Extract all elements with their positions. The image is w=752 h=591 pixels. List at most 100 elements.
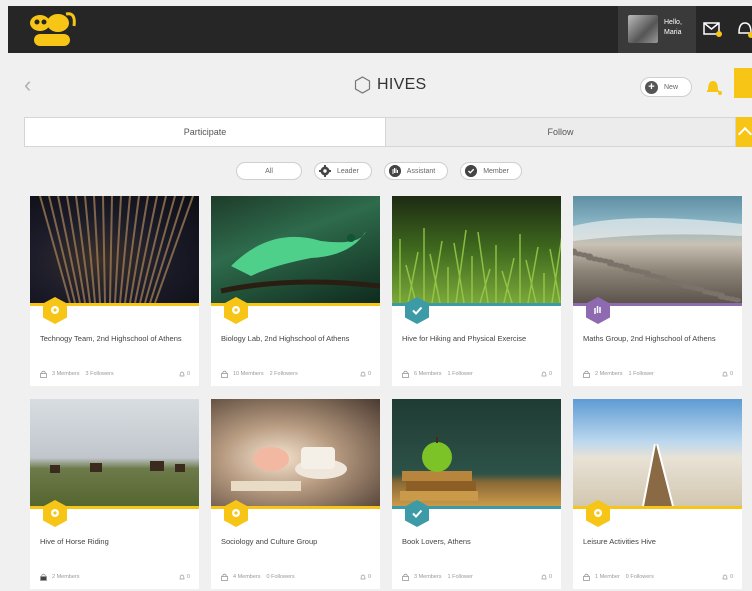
- notification-count: 0: [548, 371, 552, 377]
- filter-all[interactable]: All: [236, 162, 302, 180]
- member-badge-icon: [405, 297, 429, 324]
- notification-count: 0: [186, 574, 190, 580]
- member-count: 4 Members: [233, 574, 261, 580]
- hive-title[interactable]: Maths Group, 2nd Highschool of Athens: [583, 334, 738, 343]
- page-title-group: HIVES: [354, 76, 427, 94]
- lock-icon: [402, 573, 409, 581]
- bell-outline-icon: [179, 574, 185, 579]
- hive-title[interactable]: Hive for Hiking and Physical Exercise: [402, 334, 557, 343]
- hive-stats: 2 Members 0: [40, 573, 190, 581]
- hive-notifications[interactable]: 0: [360, 371, 371, 378]
- lock-icon: [221, 370, 228, 378]
- lock-icon: [40, 573, 47, 581]
- hive-card[interactable]: Hive of Horse Riding 2 Members 0: [30, 399, 199, 589]
- hive-title[interactable]: Technogy Team, 2nd Highschool of Athens: [40, 334, 195, 343]
- check-icon: [465, 165, 478, 177]
- hive-title[interactable]: Leisure Activities Hive: [583, 537, 738, 546]
- hive-cover-image[interactable]: [211, 196, 380, 303]
- collapse-arrow-icon[interactable]: [736, 117, 752, 147]
- member-count: 3 Members: [414, 574, 442, 580]
- search-toggle-button[interactable]: [734, 68, 752, 98]
- new-hive-button[interactable]: + New: [640, 77, 692, 97]
- hive-card[interactable]: Sociology and Culture Group 4 Members 0 …: [211, 399, 380, 589]
- hive-title[interactable]: Biology Lab, 2nd Highschool of Athens: [221, 334, 376, 343]
- hive-stats: 2 Members 1 Follower 0: [583, 370, 733, 378]
- notification-count: 0: [548, 574, 552, 580]
- hive-notifications[interactable]: 0: [179, 371, 190, 378]
- hive-tabs: Participate Follow: [24, 117, 752, 147]
- bell-outline-icon: [360, 574, 366, 579]
- hive-cover-image[interactable]: [392, 196, 561, 303]
- hive-notifications[interactable]: 0: [722, 371, 733, 378]
- filter-assistant-label: Assistant: [406, 167, 436, 175]
- tab-follow[interactable]: Follow: [386, 117, 736, 147]
- follower-count: 3 Followers: [85, 371, 114, 377]
- leader-badge-icon: [43, 297, 67, 324]
- hive-grid: Technogy Team, 2nd Highschool of Athens …: [30, 196, 742, 589]
- hive-card[interactable]: Biology Lab, 2nd Highschool of Athens 10…: [211, 196, 380, 386]
- hive-stats: 3 Members 1 Follower 0: [402, 573, 552, 581]
- mail-icon[interactable]: [702, 20, 724, 38]
- bell-outline-icon: [179, 371, 185, 376]
- new-button-label: New: [664, 83, 679, 91]
- notification-settings-icon[interactable]: [704, 77, 724, 97]
- notification-count: 0: [367, 574, 371, 580]
- bell-outline-icon: [722, 574, 728, 579]
- user-menu[interactable]: Hello, Maria: [618, 6, 696, 53]
- filter-assistant[interactable]: Assistant: [383, 162, 449, 180]
- follower-count: 1 Follower: [447, 371, 473, 377]
- hive-title[interactable]: Book Lovers, Athens: [402, 537, 557, 546]
- hive-card[interactable]: Book Lovers, Athens 3 Members 1 Follower…: [392, 399, 561, 589]
- notification-count: 0: [729, 574, 733, 580]
- bell-outline-icon: [541, 371, 547, 376]
- hand-icon: [388, 165, 401, 177]
- tab-participate[interactable]: Participate: [24, 117, 386, 147]
- follower-count: 0 Followers: [625, 574, 654, 580]
- leader-badge-icon: [224, 500, 248, 527]
- hive-card[interactable]: Leisure Activities Hive 1 Member 0 Follo…: [573, 399, 742, 589]
- back-chevron-icon[interactable]: ‹: [24, 72, 31, 98]
- hive-cover-image[interactable]: [392, 399, 561, 506]
- filter-member[interactable]: Member: [460, 162, 522, 180]
- member-count: 6 Members: [414, 371, 442, 377]
- bell-icon[interactable]: [734, 18, 752, 40]
- hive-notifications[interactable]: 0: [541, 371, 552, 378]
- leader-badge-icon: [43, 500, 67, 527]
- follower-count: 0 Followers: [266, 574, 295, 580]
- hive-title[interactable]: Hive of Horse Riding: [40, 537, 195, 546]
- hive-stats: 6 Members 1 Follower 0: [402, 370, 552, 378]
- lock-icon: [583, 573, 590, 581]
- hive-card[interactable]: Maths Group, 2nd Highschool of Athens 2 …: [573, 196, 742, 386]
- filter-member-label: Member: [483, 167, 509, 175]
- assistant-badge-icon: [586, 297, 610, 324]
- role-filters: All Leader Assistant Member: [236, 162, 522, 180]
- hive-cover-image[interactable]: [573, 399, 742, 506]
- hive-notifications[interactable]: 0: [722, 574, 733, 581]
- user-greeting: Hello, Maria: [664, 18, 682, 38]
- member-count: 2 Members: [595, 371, 623, 377]
- hive-cover-image[interactable]: [30, 196, 199, 303]
- hive-notifications[interactable]: 0: [541, 574, 552, 581]
- hive-stats: 3 Members 3 Followers 0: [40, 370, 190, 378]
- filter-all-label: All: [265, 167, 273, 175]
- e-me-logo[interactable]: [26, 9, 86, 49]
- leader-badge-icon: [586, 500, 610, 527]
- lock-icon: [221, 573, 228, 581]
- lock-icon: [402, 370, 409, 378]
- hive-card[interactable]: Hive for Hiking and Physical Exercise 6 …: [392, 196, 561, 386]
- hive-title[interactable]: Sociology and Culture Group: [221, 537, 376, 546]
- hive-cover-image[interactable]: [573, 196, 742, 303]
- hive-cover-image[interactable]: [30, 399, 199, 506]
- filter-leader[interactable]: Leader: [314, 162, 372, 180]
- hive-stats: 4 Members 0 Followers 0: [221, 573, 371, 581]
- member-count: 2 Members: [52, 574, 80, 580]
- hive-card[interactable]: Technogy Team, 2nd Highschool of Athens …: [30, 196, 199, 386]
- hive-notifications[interactable]: 0: [360, 574, 371, 581]
- hive-stats: 1 Member 0 Followers 0: [583, 573, 733, 581]
- avatar[interactable]: [628, 15, 658, 43]
- follower-count: 2 Followers: [269, 371, 298, 377]
- hive-cover-image[interactable]: [211, 399, 380, 506]
- filter-leader-label: Leader: [337, 167, 359, 175]
- hive-notifications[interactable]: 0: [179, 574, 190, 581]
- member-count: 1 Member: [595, 574, 620, 580]
